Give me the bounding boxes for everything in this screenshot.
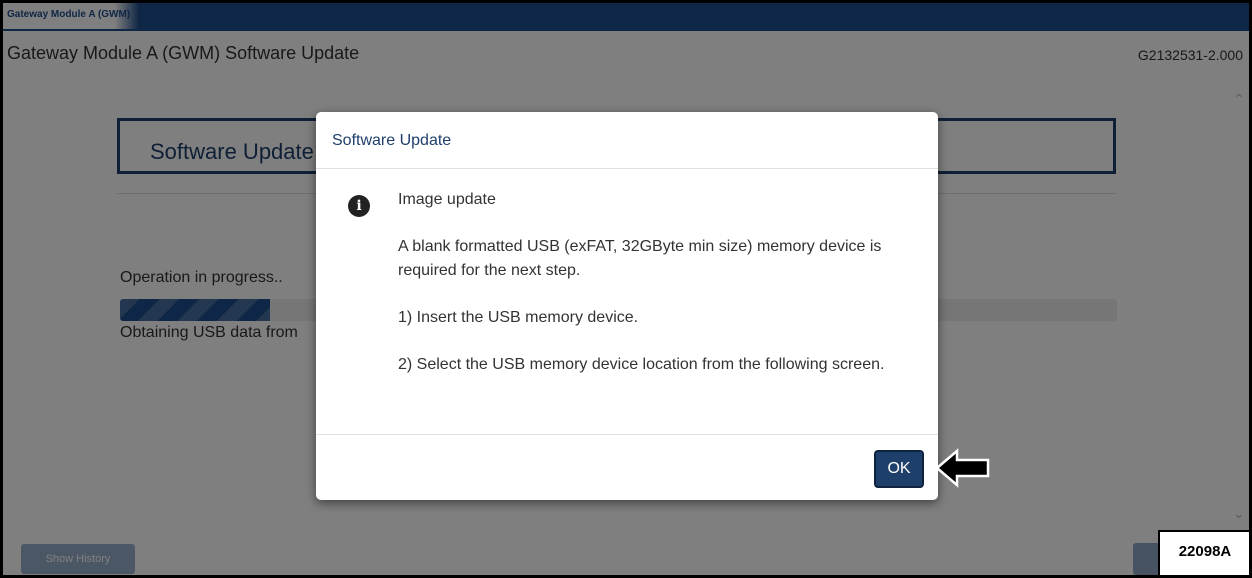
- app-window: Gateway Module A (GWM) Gateway Module A …: [3, 3, 1249, 575]
- software-update-dialog: Software Update i Image update A blank f…: [316, 112, 938, 500]
- ok-button[interactable]: OK: [874, 450, 924, 488]
- dialog-title: Software Update: [332, 132, 452, 149]
- dialog-step-1: 1) Insert the USB memory device.: [398, 309, 639, 326]
- info-icon: i: [348, 195, 370, 217]
- dialog-divider-bottom: [316, 434, 938, 435]
- pointer-arrow-icon: [935, 448, 990, 488]
- figure-label: 22098A: [1158, 530, 1249, 575]
- dialog-divider-top: [316, 168, 938, 169]
- dialog-paragraph: A blank formatted USB (exFAT, 32GByte mi…: [398, 238, 882, 279]
- dialog-step-2: 2) Select the USB memory device location…: [398, 356, 885, 373]
- dialog-body: Image update A blank formatted USB (exFA…: [398, 188, 908, 377]
- dialog-heading: Image update: [398, 191, 496, 208]
